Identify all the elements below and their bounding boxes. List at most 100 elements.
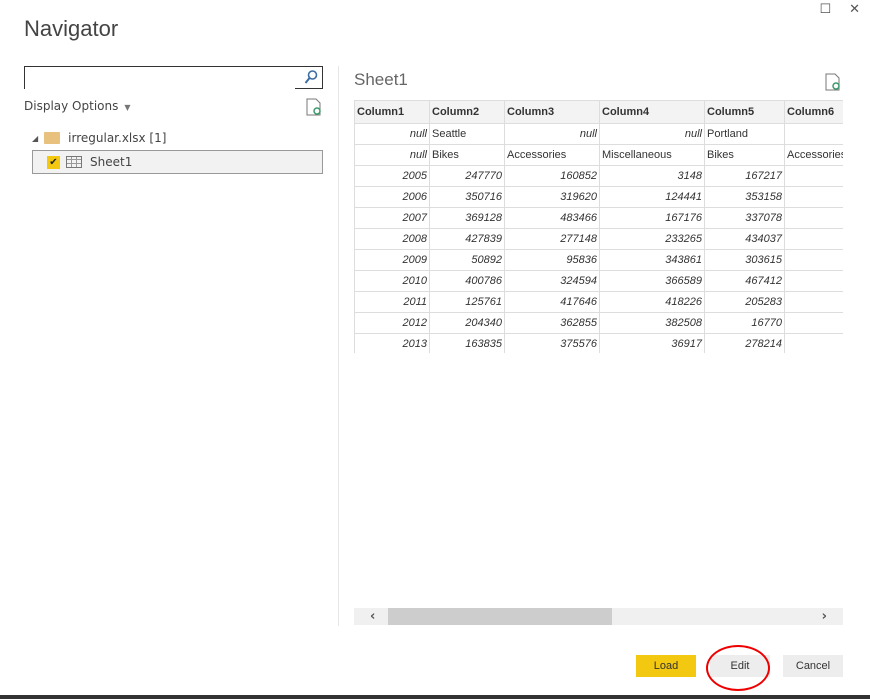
caret-down-icon: ▼: [124, 103, 131, 112]
table-cell: 483466: [504, 207, 600, 229]
table-cell: 233265: [599, 228, 705, 250]
tree-node-sheet1[interactable]: ✔ Sheet1: [32, 150, 323, 174]
table-cell: 2011: [354, 291, 430, 313]
table-cell: null: [504, 123, 600, 145]
table-cell: 337078: [704, 207, 785, 229]
table-row: null Bikes Accessories Miscellaneous Bikes Ac…: [354, 144, 843, 166]
table-cell: 3: [784, 165, 843, 187]
table-cell: 95836: [504, 249, 600, 271]
table-row: 200950892958363438613036153: [354, 249, 843, 271]
table-cell: 5: [784, 333, 843, 353]
table-cell: 3: [784, 228, 843, 250]
search-icon[interactable]: [304, 69, 318, 85]
table-cell: 350716: [429, 186, 505, 208]
table-cell: 319620: [504, 186, 600, 208]
table-cell: 427839: [429, 228, 505, 250]
table-cell: 124441: [599, 186, 705, 208]
column-header[interactable]: Column6: [784, 100, 843, 124]
expand-triangle-icon[interactable]: ◢: [32, 134, 38, 143]
table-cell: 2005: [354, 165, 430, 187]
column-header[interactable]: Column1: [354, 100, 430, 124]
horizontal-scrollbar[interactable]: ‹ ›: [354, 608, 843, 625]
table-cell: 324594: [504, 270, 600, 292]
table-cell: 2007: [354, 207, 430, 229]
table-cell: null: [354, 144, 430, 166]
table-cell: 467412: [704, 270, 785, 292]
table-cell: 303615: [704, 249, 785, 271]
refresh-preview-icon[interactable]: [825, 73, 841, 91]
table-row: 200524777016085231481672173: [354, 165, 843, 187]
table-cell: 343861: [599, 249, 705, 271]
table-cell: 434037: [704, 228, 785, 250]
table-cell: 2006: [354, 186, 430, 208]
close-icon[interactable]: ✕: [849, 2, 860, 17]
table-row: 20084278392771482332654340373: [354, 228, 843, 250]
table-cell: 2009: [354, 249, 430, 271]
table-cell: 167176: [599, 207, 705, 229]
table-row: 2006 350716 319620 124441 353158: [354, 186, 843, 208]
table-cell: 277148: [504, 228, 600, 250]
table-cell: 163835: [429, 333, 505, 353]
column-header[interactable]: Column2: [429, 100, 505, 124]
preview-table: Column1 Column2 Column3 Column4 Column5 Colum…: [354, 100, 843, 353]
table-cell: 369128: [429, 207, 505, 229]
table-row: 2012 204340 362855 382508 16770: [354, 312, 843, 334]
table-cell: 2012: [354, 312, 430, 334]
table-cell: 160852: [504, 165, 600, 187]
cancel-button[interactable]: Cancel: [783, 655, 843, 677]
tree-node-file[interactable]: ◢ irregular.xlsx [1]: [32, 127, 323, 149]
table-cell: 167217: [704, 165, 785, 187]
table-cell: null: [599, 123, 705, 145]
refresh-icon[interactable]: [306, 98, 322, 116]
column-header[interactable]: Column4: [599, 100, 705, 124]
table-cell: 3148: [599, 165, 705, 187]
table-cell: 204340: [429, 312, 505, 334]
maximize-icon[interactable]: ☐: [819, 2, 831, 17]
column-header[interactable]: Column3: [504, 100, 600, 124]
search-input[interactable]: [25, 67, 295, 89]
table-cell: 205283: [704, 291, 785, 313]
table-cell: 366589: [599, 270, 705, 292]
table-cell: 417646: [504, 291, 600, 313]
table-cell: Accessories: [784, 144, 843, 166]
table-cell: 4: [784, 270, 843, 292]
table-cell: 247770: [429, 165, 505, 187]
table-cell: 125761: [429, 291, 505, 313]
navigator-tree: ◢ irregular.xlsx [1] ✔ Sheet1: [32, 127, 323, 174]
table-cell: Bikes: [429, 144, 505, 166]
table-cell: 2008: [354, 228, 430, 250]
scrollbar-thumb[interactable]: [388, 608, 612, 625]
table-cell: [784, 186, 843, 208]
column-header[interactable]: Column5: [704, 100, 785, 124]
table-cell: Miscellaneous: [599, 144, 705, 166]
sheet-label: Sheet1: [90, 155, 133, 169]
table-cell: Accessories: [504, 144, 600, 166]
table-cell: 16770: [704, 312, 785, 334]
table-row: 20073691284834661671763370785: [354, 207, 843, 229]
search-box[interactable]: [24, 66, 323, 89]
window-title: Navigator: [24, 16, 119, 41]
preview-table-container: Column1 Column2 Column3 Column4 Column5 Colum…: [354, 100, 843, 353]
table-cell: Portland: [704, 123, 785, 145]
display-options-dropdown[interactable]: Display Options ▼: [24, 99, 131, 113]
table-cell: 5: [784, 207, 843, 229]
folder-icon: [44, 132, 61, 144]
table-cell: [784, 312, 843, 334]
table-cell: 2013: [354, 333, 430, 353]
table-cell: 2010: [354, 270, 430, 292]
table-cell: 1: [784, 291, 843, 313]
red-annotation-circle: [706, 645, 770, 691]
table-row: 20111257614176464182262052831: [354, 291, 843, 313]
table-cell: 400786: [429, 270, 505, 292]
file-label: irregular.xlsx [1]: [68, 131, 167, 145]
load-button[interactable]: Load: [636, 655, 696, 677]
scroll-left-icon[interactable]: ‹: [370, 608, 375, 625]
table-cell: Bikes: [704, 144, 785, 166]
table-cell: [784, 123, 843, 145]
table-cell: 36917: [599, 333, 705, 353]
table-cell: 375576: [504, 333, 600, 353]
table-cell: 382508: [599, 312, 705, 334]
table-cell: 418226: [599, 291, 705, 313]
sheet-checkbox[interactable]: ✔: [47, 155, 60, 169]
scroll-right-icon[interactable]: ›: [822, 608, 827, 625]
